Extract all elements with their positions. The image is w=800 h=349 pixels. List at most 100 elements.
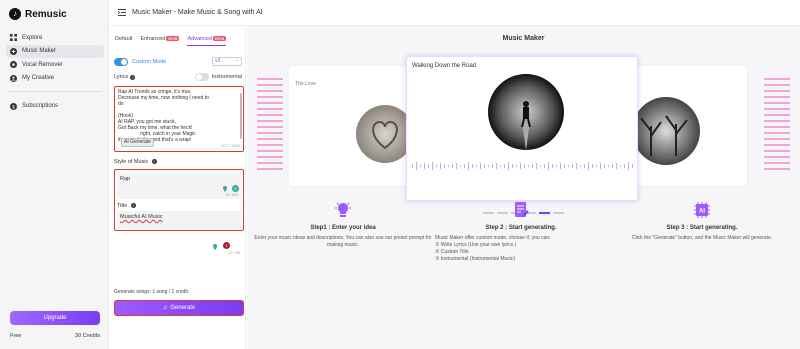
song-carousel[interactable]: The Love Walking Down the Road: [247, 54, 800, 214]
beta-badge: Beta: [166, 36, 180, 41]
toggle-knob: [121, 58, 127, 65]
lyrics-char-count: 207 / 3000: [221, 143, 240, 148]
tab-advanced[interactable]: Advanced Beta: [187, 36, 227, 46]
svg-text:$: $: [12, 104, 15, 110]
bulb-icon: [335, 202, 351, 217]
sidebar-item-explore[interactable]: Explore: [6, 31, 104, 44]
style-value: Rap: [120, 176, 131, 182]
instrumental-toggle[interactable]: [194, 73, 209, 81]
ai-chip-icon: AI: [694, 202, 710, 218]
sidebar: ♪ Remusic Explore Music Maker Vocal Remo…: [0, 0, 109, 349]
lyrics-scrollbar[interactable]: [240, 93, 242, 139]
lyrics-textarea[interactable]: Rap AI Trends so cringe, it's true, Decr…: [114, 86, 244, 152]
collapse-menu-icon[interactable]: [118, 9, 126, 16]
music-note-icon: ♫: [162, 305, 168, 311]
tab-label: Enhanced: [140, 36, 166, 42]
style-title-group: Rap G 3 / 120 Title ? Musicful AI Music: [114, 169, 244, 231]
location-pin-icon: [213, 244, 217, 250]
credits-count: 30 Credits: [74, 333, 100, 339]
ai-chip-label: AI: [699, 209, 705, 215]
style-label: Style of Music: [114, 159, 149, 165]
title-char-count: 17 / 80: [228, 250, 241, 255]
vocal-icon: [10, 61, 17, 68]
song-card-walking-down-the-road[interactable]: Walking Down the Road: [406, 56, 638, 201]
step-list-item: ① Write Lyrics (Use your own lyrics ): [435, 242, 517, 248]
composer-panel: Default Enhanced Beta Advanced Beta Custom…: [110, 26, 246, 349]
sidebar-item-music-maker[interactable]: Music Maker: [6, 44, 104, 58]
help-icon[interactable]: ?: [130, 74, 136, 80]
mode-tabs: Default Enhanced Beta Advanced Beta: [115, 36, 227, 46]
credits-row: Free 30 Credits: [10, 333, 100, 339]
generate-label: Generate: [170, 305, 196, 311]
step-text: Click the "Generate" button, and the Mus…: [631, 235, 773, 241]
version-select[interactable]: v3: [212, 57, 242, 66]
title-header: Title ?: [117, 203, 136, 209]
instrumental-row: Instrumental: [194, 73, 242, 81]
grid-icon: [10, 34, 17, 41]
lyrics-header: Lyrics ? Instrumental: [114, 73, 242, 81]
person-icon: [10, 74, 17, 82]
sidebar-item-vocal-remover[interactable]: Vocal Remover: [6, 58, 104, 71]
custom-mode-label: Custom Mode: [132, 58, 167, 65]
style-char-count: 3 / 120: [225, 192, 238, 197]
step-list-item: ③ Instrumental (Instrumental Music): [435, 256, 516, 262]
generate-info: Generate songs: 1 song / 1 credit.: [114, 289, 190, 295]
dollar-icon: $: [10, 102, 17, 110]
document-edit-icon: [515, 202, 529, 217]
style-input[interactable]: Rap G 3 / 120: [117, 173, 241, 199]
title-label: Title: [117, 203, 128, 209]
sidebar-item-label: Explore: [22, 34, 43, 41]
sidebar-item-label: Vocal Remover: [22, 61, 63, 68]
instrumental-label: Instrumental: [211, 74, 242, 80]
tab-label: Default: [115, 36, 133, 42]
logo-icon: ♪: [9, 8, 21, 20]
sidebar-item-label: Music Maker: [22, 48, 57, 54]
song-cover-walking-man: [488, 74, 564, 151]
song-card-trees[interactable]: [627, 66, 747, 186]
step-2: Step 2 : Start generating. Music Maker o…: [431, 201, 611, 263]
toggle-knob: [195, 74, 202, 80]
step-list-item: ② Custom Title: [435, 249, 469, 255]
sidebar-nav: Explore Music Maker Vocal Remover My Cre…: [6, 31, 104, 113]
sidebar-item-label: My Creative: [22, 75, 55, 81]
beta-badge: Beta: [212, 36, 227, 41]
step-1: Step1 : Enter your idea Enter your music…: [253, 201, 433, 249]
equalizer-decor-right: [764, 78, 790, 170]
sidebar-divider: [8, 90, 102, 92]
step-text: Music Maker offer custom mode, choose if…: [435, 235, 551, 241]
main-title: Music Maker: [502, 35, 545, 42]
ai-generate-button[interactable]: AI Generate: [121, 138, 154, 147]
sidebar-item-label: Subscriptions: [22, 103, 59, 109]
upgrade-button[interactable]: Upgrade: [10, 311, 100, 325]
tab-default[interactable]: Default: [115, 36, 132, 46]
title-value: Musicful AI Music: [120, 214, 163, 220]
plus-circle-icon: [10, 47, 17, 55]
sidebar-item-subscriptions[interactable]: $ Subscriptions: [6, 100, 104, 113]
step-title: Step 3 : Start generating.: [666, 225, 738, 231]
waveform-progress[interactable]: [412, 161, 634, 171]
help-icon[interactable]: ?: [130, 203, 136, 208]
custom-mode-row: Custom Mode v3: [114, 57, 242, 66]
tab-label: Advanced: [187, 36, 212, 42]
help-icon[interactable]: ?: [151, 159, 157, 164]
plan-label: Free: [10, 333, 22, 339]
song-title: The Love: [295, 81, 316, 87]
step-text: Enter your music ideas and descriptions.…: [254, 235, 432, 248]
song-cover-trees: [632, 97, 700, 165]
main-area: Music Maker The Love Walking Down the Ro…: [247, 26, 800, 349]
lyrics-label: Lyrics: [114, 74, 129, 80]
page-title: Music Maker - Make Music & Song with AI: [132, 9, 263, 16]
step-3: AI Step 3 : Start generating. Click the …: [612, 201, 792, 242]
sidebar-item-my-creative[interactable]: My Creative: [6, 72, 104, 85]
generate-button[interactable]: ♫ Generate: [114, 300, 244, 316]
custom-mode-toggle[interactable]: [114, 57, 128, 66]
style-header: Style of Music ?: [114, 159, 157, 165]
tab-enhanced[interactable]: Enhanced Beta: [140, 36, 180, 46]
step-title: Step1 : Enter your idea: [310, 225, 376, 231]
app-logo[interactable]: ♪ Remusic: [9, 8, 67, 20]
top-bar: Music Maker - Make Music & Song with AI: [110, 0, 800, 26]
grammarly-icon[interactable]: G: [232, 185, 239, 192]
app-name: Remusic: [25, 8, 67, 20]
title-input[interactable]: Musicful AI Music: [117, 211, 241, 229]
error-count-badge[interactable]: 1: [223, 242, 230, 249]
